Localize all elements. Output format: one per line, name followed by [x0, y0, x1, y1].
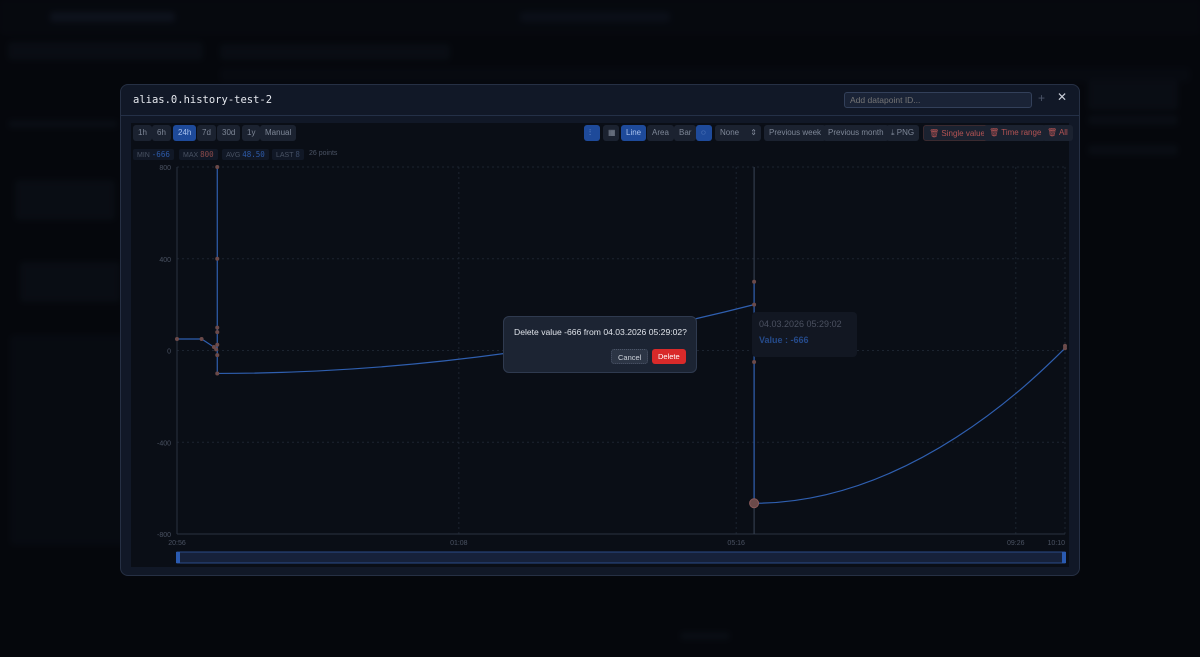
cancel-button[interactable]: Cancel — [611, 349, 649, 364]
confirm-question: Delete value -666 from 04.03.2026 05:29:… — [514, 327, 687, 337]
data-point — [215, 342, 220, 347]
data-point — [215, 325, 220, 330]
zoom-slider[interactable] — [176, 551, 1066, 564]
x-tick-label: 05:16 — [727, 540, 745, 547]
y-tick-label: -800 — [157, 532, 171, 539]
delete-confirm-dialog: Delete value -666 from 04.03.2026 05:29:… — [503, 316, 697, 373]
tooltip-value: Value : -666 — [759, 335, 809, 345]
x-tick-label: 10:10 — [1047, 540, 1065, 547]
data-point — [215, 256, 220, 261]
data-point — [752, 279, 757, 284]
y-tick-label: 400 — [159, 257, 171, 264]
chart-tooltip: 04.03.2026 05:29:02 Value : -666 — [752, 312, 857, 357]
data-point — [752, 359, 757, 364]
data-point — [215, 353, 220, 358]
x-tick-label: 09:26 — [1007, 540, 1025, 547]
data-point — [215, 165, 220, 169]
x-tick-label: 01:08 — [450, 540, 468, 547]
x-tick-label: 20:56 — [168, 540, 186, 547]
data-point — [752, 302, 757, 307]
data-point — [1063, 343, 1067, 348]
data-point — [199, 337, 204, 342]
slider-handle-right[interactable] — [1062, 552, 1066, 563]
y-tick-label: 0 — [167, 349, 171, 356]
data-point — [214, 347, 219, 352]
y-tick-label: -400 — [157, 440, 171, 447]
y-tick-label: 800 — [159, 165, 171, 172]
slider-handle-left[interactable] — [176, 552, 180, 563]
data-point — [175, 337, 179, 342]
delete-button[interactable]: Delete — [652, 349, 686, 364]
selected-data-point — [749, 498, 760, 509]
data-point — [215, 330, 220, 335]
data-point — [215, 371, 220, 376]
tooltip-time: 04.03.2026 05:29:02 — [759, 319, 842, 329]
